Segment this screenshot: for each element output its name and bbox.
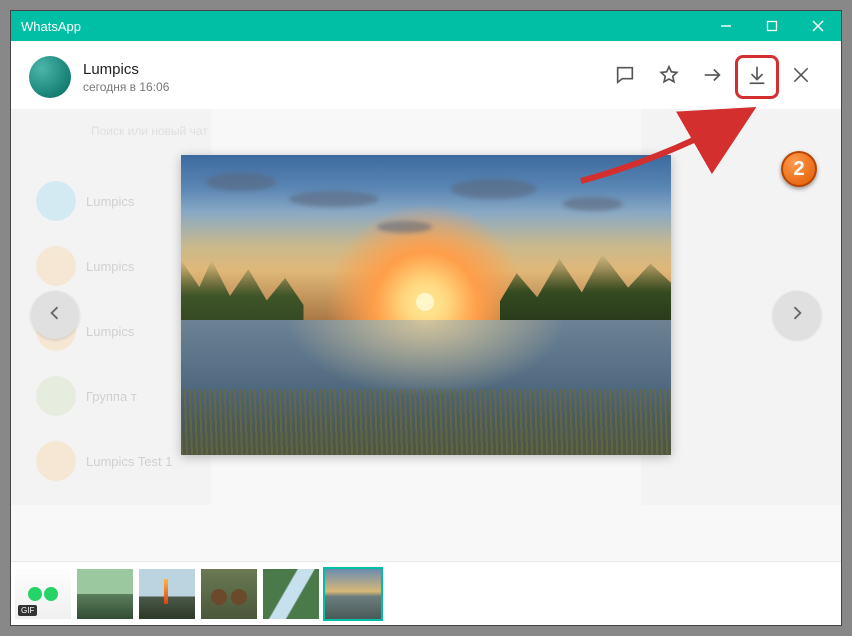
thumbnail[interactable] (77, 569, 133, 619)
sender-name: Lumpics (83, 61, 603, 78)
thumbnail-strip: GIF (11, 561, 841, 625)
download-button[interactable] (735, 55, 779, 99)
media-image[interactable] (181, 155, 671, 455)
reply-button[interactable] (603, 55, 647, 99)
chevron-right-icon (787, 303, 807, 328)
thumbnail[interactable] (201, 569, 257, 619)
background-chat-item: Группа т (36, 376, 137, 416)
background-chat-item: Lumpics (36, 181, 134, 221)
star-button[interactable] (647, 55, 691, 99)
thumbnail[interactable]: GIF (15, 569, 71, 619)
close-media-button[interactable] (779, 55, 823, 99)
chevron-left-icon (45, 303, 65, 328)
annotation-step-badge: 2 (781, 151, 817, 187)
media-viewer: Поиск или новый чат Lumpics Lumpics Lump… (11, 41, 841, 625)
app-title: WhatsApp (21, 19, 81, 34)
media-timestamp: сегодня в 16:06 (83, 80, 603, 94)
titlebar: WhatsApp (11, 11, 841, 41)
thumbnail[interactable] (263, 569, 319, 619)
close-icon (791, 65, 811, 90)
background-chat-item: Lumpics (36, 246, 134, 286)
background-search: Поиск или новый чат (91, 121, 291, 141)
forward-button[interactable] (691, 55, 735, 99)
star-icon (658, 64, 680, 91)
sender-info: Lumpics сегодня в 16:06 (83, 61, 603, 94)
thumbnail-selected[interactable] (325, 569, 381, 619)
sender-avatar (29, 56, 71, 98)
previous-media-button[interactable] (31, 291, 79, 339)
next-media-button[interactable] (773, 291, 821, 339)
window-maximize-button[interactable] (749, 11, 795, 41)
window-close-button[interactable] (795, 11, 841, 41)
thumbnail[interactable] (139, 569, 195, 619)
download-icon (746, 64, 768, 91)
app-window: WhatsApp Поиск или новый чат Lumpics Lum… (10, 10, 842, 626)
window-minimize-button[interactable] (703, 11, 749, 41)
forward-arrow-icon (702, 64, 724, 91)
chat-bubble-icon (614, 64, 636, 91)
background-chat-item: Lumpics Test 1 (36, 441, 172, 481)
gif-badge: GIF (18, 605, 37, 616)
media-header: Lumpics сегодня в 16:06 (11, 41, 841, 109)
